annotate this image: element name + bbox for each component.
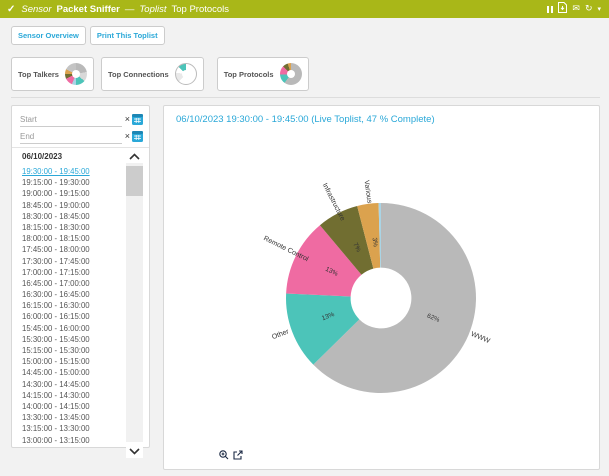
time-interval-item[interactable]: 18:00:00 - 18:15:00 [22, 233, 117, 244]
slice-name-label: Various [362, 180, 372, 204]
time-interval-item[interactable]: 17:45:00 - 18:00:00 [22, 244, 117, 255]
protocol-donut-chart: 62%WWW13%Other13%Remote Control7%Infrast… [164, 134, 601, 444]
time-interval-item[interactable]: 16:45:00 - 17:00:00 [22, 278, 117, 289]
calendar-end-icon[interactable] [132, 131, 143, 142]
chart-title: 06/10/2023 19:30:00 - 19:45:00 (Live Top… [176, 114, 435, 125]
time-interval-item[interactable]: 16:30:00 - 16:45:00 [22, 289, 117, 300]
time-interval-item[interactable]: 17:30:00 - 17:45:00 [22, 256, 117, 267]
mini-pie-icon [280, 63, 302, 85]
tab-top-protocols[interactable]: Top Protocols [217, 57, 309, 91]
chart-actions [219, 450, 243, 460]
slice-name-label: Other [271, 328, 290, 341]
start-date-input[interactable]: Start [20, 113, 122, 127]
pie-hole [287, 70, 295, 78]
time-interval-item[interactable]: 18:45:00 - 19:00:00 [22, 200, 117, 211]
tab-label: Top Talkers [18, 70, 59, 79]
time-interval-item[interactable]: 19:00:00 - 19:15:00 [22, 188, 117, 199]
toplist-tabs: Top Talkers Top Connections Top Protocols [11, 57, 316, 91]
tab-top-talkers[interactable]: Top Talkers [11, 57, 94, 91]
tab-label: Top Protocols [224, 70, 274, 79]
time-interval-item[interactable]: 16:15:00 - 16:30:00 [22, 300, 117, 311]
email-icon[interactable]: ✉ [572, 5, 580, 14]
section-divider [11, 97, 600, 98]
tab-top-connections[interactable]: Top Connections [101, 57, 204, 91]
scroll-up-icon[interactable] [126, 149, 143, 163]
prtg-toplist-page: ✓ Sensor Packet Sniffer — Toplist Top Pr… [0, 0, 609, 476]
slice-percent-label: 3% [371, 237, 379, 247]
time-interval-item[interactable]: 15:45:00 - 16:00:00 [22, 323, 117, 334]
time-interval-item[interactable]: 13:00:00 - 13:15:00 [22, 435, 117, 446]
time-interval-item[interactable]: 17:00:00 - 17:15:00 [22, 267, 117, 278]
clear-start-icon[interactable]: × [125, 115, 130, 124]
open-external-icon[interactable] [233, 450, 243, 460]
caret-down-icon[interactable]: ▾ [597, 5, 601, 13]
pause-icon[interactable] [547, 6, 553, 13]
refresh-icon[interactable]: ↻ [585, 5, 593, 14]
time-interval-item[interactable]: 14:00:00 - 14:15:00 [22, 401, 117, 412]
zoom-in-icon[interactable] [219, 450, 229, 460]
toolbar: Sensor Overview Print This Toplist [11, 26, 165, 45]
report-icon[interactable] [558, 2, 567, 16]
header-dash: — [125, 4, 135, 15]
toplist-chart-panel: 06/10/2023 19:30:00 - 19:45:00 (Live Top… [163, 105, 600, 470]
scroll-down-icon[interactable] [126, 444, 143, 458]
time-interval-item[interactable]: 14:15:00 - 14:30:00 [22, 390, 117, 401]
toplist-label: Toplist [139, 4, 166, 15]
slice-name-label: WWW [470, 331, 491, 345]
date-header: 06/10/2023 [22, 152, 62, 161]
mini-pie-icon [175, 63, 197, 85]
calendar-start-icon[interactable] [132, 114, 143, 125]
sensor-overview-button[interactable]: Sensor Overview [11, 26, 86, 45]
clear-end-icon[interactable]: × [125, 132, 130, 141]
time-interval-item[interactable]: 15:30:00 - 15:45:00 [22, 334, 117, 345]
time-interval-item[interactable]: 14:45:00 - 15:00:00 [22, 367, 117, 378]
time-interval-list: 19:30:00 - 19:45:0019:15:00 - 19:30:0019… [22, 166, 117, 446]
sensor-label: Sensor [21, 4, 51, 15]
end-date-input[interactable]: End [20, 130, 122, 144]
time-interval-item[interactable]: 14:30:00 - 14:45:00 [22, 379, 117, 390]
time-interval-item[interactable]: 18:30:00 - 18:45:00 [22, 211, 117, 222]
pie-hole [182, 70, 190, 78]
toplist-name: Top Protocols [171, 4, 229, 15]
sensor-header-bar: ✓ Sensor Packet Sniffer — Toplist Top Pr… [0, 0, 609, 18]
time-interval-item[interactable]: 13:15:00 - 13:30:00 [22, 423, 117, 434]
tab-label: Top Connections [108, 70, 169, 79]
print-toplist-button[interactable]: Print This Toplist [90, 26, 165, 45]
time-interval-item[interactable]: 13:30:00 - 13:45:00 [22, 412, 117, 423]
time-interval-item[interactable]: 19:15:00 - 19:30:00 [22, 177, 117, 188]
time-interval-item[interactable]: 15:15:00 - 15:30:00 [22, 345, 117, 356]
sensor-name: Packet Sniffer [57, 4, 120, 15]
pie-hole [72, 70, 80, 78]
timerange-panel: Start × End × 06/10/2023 19:30:00 - 19:4… [11, 105, 150, 448]
start-date-row: Start × [20, 112, 143, 127]
time-interval-item[interactable]: 15:00:00 - 15:15:00 [22, 356, 117, 367]
time-interval-item[interactable]: 16:00:00 - 16:15:00 [22, 311, 117, 322]
scrollbar[interactable] [126, 150, 143, 442]
filter-divider [12, 147, 149, 148]
time-interval-item[interactable]: 19:30:00 - 19:45:00 [22, 166, 117, 177]
scrollbar-thumb[interactable] [126, 166, 143, 196]
end-date-row: End × [20, 129, 143, 144]
status-ok-icon: ✓ [7, 4, 15, 15]
time-interval-item[interactable]: 18:15:00 - 18:30:00 [22, 222, 117, 233]
mini-pie-icon [65, 63, 87, 85]
